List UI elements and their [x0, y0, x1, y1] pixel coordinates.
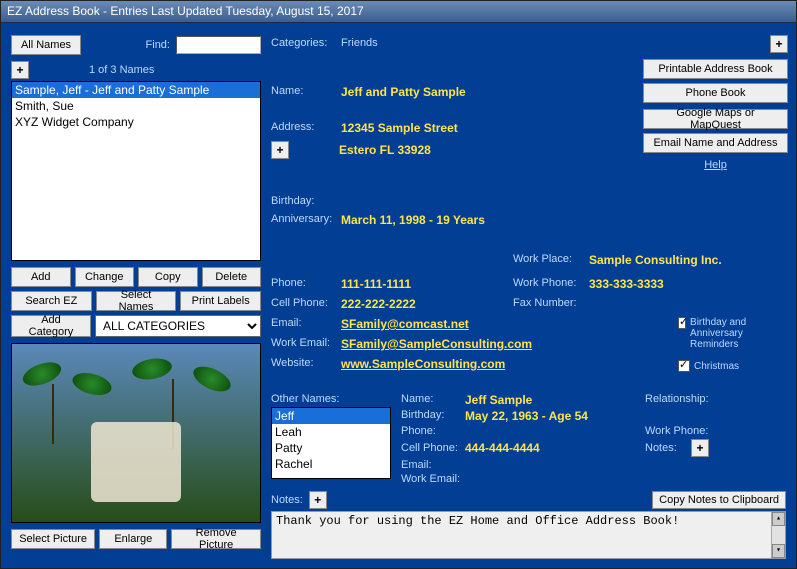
- select-picture-button[interactable]: Select Picture: [11, 529, 95, 549]
- christmas-checkbox[interactable]: [678, 360, 690, 372]
- cell-label: Cell Phone:: [271, 297, 341, 311]
- print-labels-button[interactable]: Print Labels: [180, 291, 261, 311]
- other-email-label: Email:: [401, 459, 465, 471]
- workplace-value: Sample Consulting Inc.: [589, 253, 722, 267]
- phone-value: 111-111-1111: [341, 277, 513, 291]
- other-workemail-label: Work Email:: [401, 473, 465, 485]
- list-item[interactable]: Sample, Jeff - Jeff and Patty Sample: [12, 82, 260, 98]
- address-add-button[interactable]: +: [271, 141, 289, 159]
- email-label: Email:: [271, 317, 341, 331]
- other-names-listbox[interactable]: Jeff Leah Patty Rachel: [271, 407, 391, 479]
- find-input[interactable]: [176, 36, 261, 54]
- email-button[interactable]: Email Name and Address: [643, 133, 788, 153]
- names-listbox[interactable]: Sample, Jeff - Jeff and Patty Sample Smi…: [11, 81, 261, 261]
- list-item[interactable]: Patty: [272, 440, 390, 456]
- other-notes-label: Notes:: [645, 442, 691, 454]
- workplace-label: Work Place:: [513, 253, 589, 267]
- other-names-panel: Other Names: Jeff Leah Patty Rachel Name…: [271, 393, 786, 485]
- birthday-label: Birthday:: [271, 195, 341, 207]
- window-title: EZ Address Book - Entries Last Updated T…: [1, 1, 796, 23]
- work-panel: Work Place:Sample Consulting Inc.: [513, 253, 722, 267]
- christmas-label: Christmas: [694, 361, 739, 372]
- scrollbar[interactable]: ▴▾: [771, 512, 785, 558]
- category-dropdown[interactable]: ALL CATEGORIES: [95, 315, 261, 337]
- fax-label: Fax Number:: [513, 297, 589, 311]
- list-item[interactable]: Rachel: [272, 456, 390, 472]
- categories-label: Categories:: [271, 37, 341, 49]
- notes-panel: Notes: + Copy Notes to Clipboard Thank y…: [271, 491, 786, 559]
- search-button[interactable]: Search EZ: [11, 291, 92, 311]
- help-link[interactable]: Help: [704, 159, 727, 171]
- website-label: Website:: [271, 357, 341, 371]
- other-name-label: Name:: [401, 393, 465, 407]
- other-cell-value: 444-444-4444: [465, 441, 645, 455]
- categories-add-button[interactable]: +: [770, 35, 788, 53]
- change-button[interactable]: Change: [75, 267, 135, 287]
- address-line2: Estero FL 33928: [339, 143, 431, 157]
- printable-button[interactable]: Printable Address Book: [643, 59, 788, 79]
- copy-button[interactable]: Copy: [138, 267, 198, 287]
- other-notes-add-button[interactable]: +: [691, 439, 709, 457]
- select-names-button[interactable]: Select Names: [96, 291, 177, 311]
- other-birthday-value: May 22, 1963 - Age 54: [465, 409, 588, 423]
- notes-textarea[interactable]: Thank you for using the EZ Home and Offi…: [271, 511, 786, 559]
- app-window: EZ Address Book - Entries Last Updated T…: [0, 0, 797, 569]
- other-workphone-label: Work Phone:: [645, 425, 708, 437]
- other-relationship-label: Relationship:: [645, 393, 709, 407]
- add-category-button[interactable]: Add Category: [11, 315, 91, 337]
- names-count: 1 of 3 Names: [89, 64, 154, 76]
- workphone-label: Work Phone:: [513, 277, 589, 291]
- other-names-label: Other Names:: [271, 393, 391, 405]
- left-panel: All Names Find: + 1 of 3 Names Sample, J…: [11, 35, 261, 549]
- anniversary-value: March 11, 1998 - 19 Years: [341, 213, 485, 227]
- phonebook-button[interactable]: Phone Book: [643, 83, 788, 103]
- phone-label: Phone:: [271, 277, 341, 291]
- workphone-value: 333-333-3333: [589, 277, 664, 291]
- content-area: All Names Find: + 1 of 3 Names Sample, J…: [1, 23, 796, 568]
- notes-add-button[interactable]: +: [309, 491, 327, 509]
- address-label: Address:: [271, 121, 341, 135]
- workemail-value[interactable]: SFamily@SampleConsulting.com: [341, 337, 532, 351]
- other-birthday-label: Birthday:: [401, 409, 465, 423]
- names-add-button[interactable]: +: [11, 61, 29, 79]
- birthday-reminder-label: Birthday and Anniversary Reminders: [690, 317, 788, 350]
- categories-value: Friends: [341, 37, 378, 49]
- email-value[interactable]: SFamily@comcast.net: [341, 317, 469, 331]
- add-button[interactable]: Add: [11, 267, 71, 287]
- website-value[interactable]: www.SampleConsulting.com: [341, 357, 505, 371]
- cell-value: 222-222-2222: [341, 297, 513, 311]
- reminders-panel: Birthday and Anniversary Reminders Chris…: [678, 317, 788, 372]
- list-item[interactable]: Jeff: [272, 408, 390, 424]
- all-names-button[interactable]: All Names: [11, 35, 81, 55]
- other-cell-label: Cell Phone:: [401, 442, 465, 454]
- maps-button[interactable]: Google Maps or MapQuest: [643, 109, 788, 129]
- copy-notes-button[interactable]: Copy Notes to Clipboard: [652, 491, 786, 509]
- name-label: Name:: [271, 85, 341, 99]
- remove-picture-button[interactable]: Remove Picture: [171, 529, 261, 549]
- workemail-label: Work Email:: [271, 337, 341, 351]
- notes-text: Thank you for using the EZ Home and Offi…: [276, 514, 679, 528]
- list-item[interactable]: Leah: [272, 424, 390, 440]
- enlarge-button[interactable]: Enlarge: [99, 529, 167, 549]
- detail-panel: Categories:Friends Name:Jeff and Patty S…: [271, 37, 485, 227]
- birthday-reminder-checkbox[interactable]: [678, 317, 686, 329]
- right-button-panel: Printable Address Book Phone Book Google…: [643, 59, 788, 171]
- list-item[interactable]: XYZ Widget Company: [12, 114, 260, 130]
- anniversary-label: Anniversary:: [271, 213, 341, 227]
- name-value: Jeff and Patty Sample: [341, 85, 466, 99]
- list-item[interactable]: Smith, Sue: [12, 98, 260, 114]
- other-phone-label: Phone:: [401, 425, 465, 437]
- address-line1: 12345 Sample Street: [341, 121, 458, 135]
- contact-picture: [11, 343, 261, 523]
- other-name-value: Jeff Sample: [465, 393, 645, 407]
- notes-label: Notes:: [271, 494, 303, 506]
- find-label: Find:: [146, 39, 170, 51]
- delete-button[interactable]: Delete: [202, 267, 262, 287]
